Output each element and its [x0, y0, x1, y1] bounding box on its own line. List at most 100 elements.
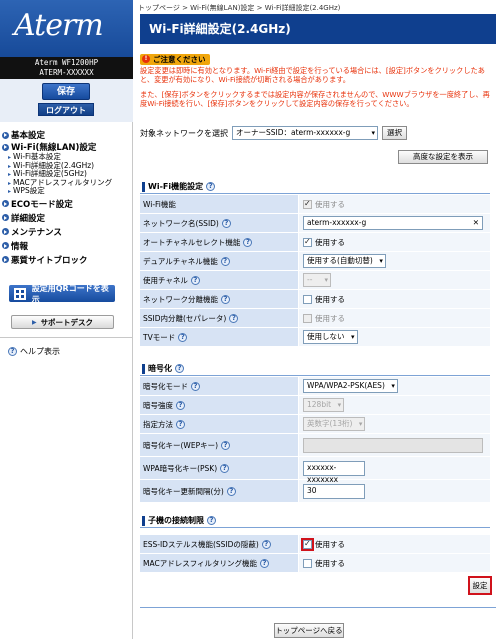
- auto-channel-checkbox[interactable]: [303, 237, 312, 247]
- help-icon[interactable]: ?: [175, 364, 184, 373]
- tv-mode-select[interactable]: 使用しない ▾: [303, 330, 358, 344]
- select-button[interactable]: 選択: [382, 126, 407, 140]
- bullet-icon: ▸: [8, 179, 12, 187]
- label-text: SSID内分離(セパレータ): [143, 313, 227, 323]
- row-label: ESS-IDステルス機能(SSIDの隠蔽)?: [140, 535, 298, 553]
- row-label: 使用チャネル?: [140, 271, 298, 289]
- nav-sub-wps[interactable]: ▸ WPS設定: [0, 187, 133, 196]
- help-icon[interactable]: ?: [207, 516, 216, 525]
- psk-input[interactable]: xxxxxx-xxxxxxx: [303, 460, 365, 484]
- row-auto-channel: オートチャネルセレクト機能? 使用する: [140, 233, 490, 251]
- checkbox-label: 使用する: [315, 558, 345, 568]
- aterm-logo: Aterm: [0, 0, 133, 57]
- help-icon[interactable]: ?: [191, 381, 200, 391]
- mac-filter-checkbox[interactable]: [303, 558, 312, 568]
- nav-eco-mode[interactable]: ECOモード設定: [0, 198, 133, 210]
- arrow-bullet-icon: [2, 242, 9, 250]
- ssid-input[interactable]: aterm-xxxxxx-g ✕: [303, 216, 483, 230]
- row-mac-filter: MACアドレスフィルタリング機能? 使用する: [140, 554, 490, 572]
- label-text: オートチャネルセレクト機能: [143, 237, 241, 247]
- nav-basic-settings[interactable]: 基本設定: [0, 129, 133, 141]
- show-advanced-button[interactable]: 高度な設定を表示: [398, 150, 488, 164]
- help-icon[interactable]: ?: [260, 558, 270, 568]
- help-label: ヘルプ表示: [20, 347, 60, 356]
- dual-channel-select[interactable]: 使用する(自動切替) ▾: [303, 254, 386, 268]
- target-network-select[interactable]: オーナーSSID：aterm-xxxxxx-g ▾: [232, 126, 378, 140]
- wep-key-input[interactable]: [303, 437, 483, 453]
- row-label: SSID内分離(セパレータ)?: [140, 309, 298, 327]
- row-label: オートチャネルセレクト機能?: [140, 233, 298, 251]
- bullet-icon: ▸: [8, 171, 12, 179]
- row-ssid-separator: SSID内分離(セパレータ)? 使用する: [140, 309, 490, 327]
- nav-info[interactable]: 情報: [0, 240, 133, 252]
- help-icon[interactable]: ?: [176, 419, 185, 429]
- stealth-checkbox[interactable]: [301, 537, 314, 551]
- main-content: トップページ > Wi-Fi(無線LAN)設定 > Wi-Fi詳細設定(2.4G…: [134, 0, 500, 639]
- logo-text: Aterm: [14, 8, 104, 43]
- qr-code-icon: [14, 287, 26, 300]
- help-icon[interactable]: ?: [176, 400, 185, 410]
- help-icon[interactable]: ?: [261, 539, 271, 549]
- nav-label: ECOモード設定: [11, 199, 73, 210]
- help-icon[interactable]: ?: [221, 440, 231, 450]
- wifi-function-checkbox[interactable]: [303, 199, 312, 209]
- row-label: 暗号化モード?: [140, 377, 298, 395]
- qr-code-button[interactable]: 設定用QRコードを表示: [9, 283, 115, 304]
- key-update-interval-input[interactable]: 30: [303, 483, 365, 499]
- nav-label: 情報: [11, 241, 29, 252]
- help-icon[interactable]: ?: [178, 332, 188, 342]
- channel-select[interactable]: -- ▾: [303, 273, 331, 287]
- bullet-icon: ▸: [8, 154, 12, 161]
- ssid-separator-checkbox[interactable]: [303, 313, 312, 323]
- section-header: 子機の接続制限?: [140, 514, 490, 528]
- sidebar: Aterm Aterm WF1200HP ATERM-XXXXXX 保存 ログア…: [0, 0, 133, 639]
- help-icon[interactable]: ?: [220, 463, 230, 473]
- row-value: 使用しない ▾: [299, 328, 490, 346]
- select-value: 128bit: [307, 400, 332, 409]
- checkbox-label: 使用する: [315, 313, 345, 323]
- key-method-select[interactable]: 英数字(13桁) ▾: [303, 417, 366, 431]
- qr-code-label: 設定用QRコードを表示: [31, 283, 109, 304]
- nav-label: 悪質サイトブロック: [11, 255, 88, 266]
- back-to-top-button[interactable]: トップページへ戻る: [274, 623, 344, 638]
- help-icon[interactable]: ?: [221, 218, 231, 228]
- help-icon[interactable]: ?: [243, 237, 253, 247]
- network-separation-checkbox[interactable]: [303, 294, 312, 304]
- row-value: 使用する: [299, 290, 490, 308]
- notice-text-1: 設定変更は即時に有効となります。Wi-Fi経由で設定を行っている場合には、[設定…: [140, 65, 485, 84]
- nav-label: 基本設定: [11, 131, 46, 141]
- help-icon[interactable]: ?: [190, 275, 200, 285]
- help-icon[interactable]: ?: [220, 256, 230, 266]
- help-icon[interactable]: ?: [226, 486, 236, 496]
- arrow-bullet-icon: [2, 200, 9, 208]
- row-value: 英数字(13桁) ▾: [299, 415, 490, 433]
- row-label: 暗号化キー(WEPキー)?: [140, 434, 298, 456]
- row-label: WPA暗号化キー(PSK)?: [140, 457, 298, 479]
- label-text: 暗号化キー更新間隔(分): [143, 486, 224, 496]
- dropdown-arrow-icon: ▾: [391, 382, 395, 390]
- nav-site-block[interactable]: 悪質サイトブロック: [0, 254, 133, 266]
- bullet-icon: ▸: [8, 162, 12, 170]
- key-strength-select[interactable]: 128bit ▾: [303, 398, 345, 412]
- nav-advanced[interactable]: 詳細設定: [0, 212, 133, 224]
- set-button[interactable]: 設定: [468, 576, 492, 595]
- help-link[interactable]: ? ヘルプ表示: [5, 346, 60, 357]
- nav-maintenance[interactable]: メンテナンス: [0, 226, 133, 238]
- encryption-section: 暗号化? 暗号化モード? WPA/WPA2-PSK(AES) ▾ 暗号強度? 12…: [140, 362, 490, 502]
- bullet-icon: ▸: [8, 188, 12, 196]
- row-channel: 使用チャネル? -- ▾: [140, 271, 490, 289]
- save-button[interactable]: 保存: [42, 83, 90, 100]
- row-label: TVモード?: [140, 328, 298, 346]
- section-title: 暗号化: [148, 364, 172, 373]
- help-icon[interactable]: ?: [221, 294, 230, 304]
- help-icon[interactable]: ?: [206, 182, 216, 191]
- help-icon[interactable]: ?: [229, 313, 239, 323]
- ssid-value: aterm-xxxxxx-g: [307, 218, 367, 227]
- logout-button[interactable]: ログアウト: [38, 103, 94, 116]
- clear-icon[interactable]: ✕: [473, 217, 479, 229]
- encryption-mode-select[interactable]: WPA/WPA2-PSK(AES) ▾: [303, 379, 398, 393]
- arrow-bullet-icon: [2, 256, 9, 264]
- support-desk-button[interactable]: ▶ サポートデスク: [11, 315, 114, 329]
- wifi-function-section: Wi-Fi機能設定? Wi-Fi機能 使用する ネットワーク名(SSID)? a…: [140, 180, 490, 346]
- help-icon: ?: [8, 347, 17, 356]
